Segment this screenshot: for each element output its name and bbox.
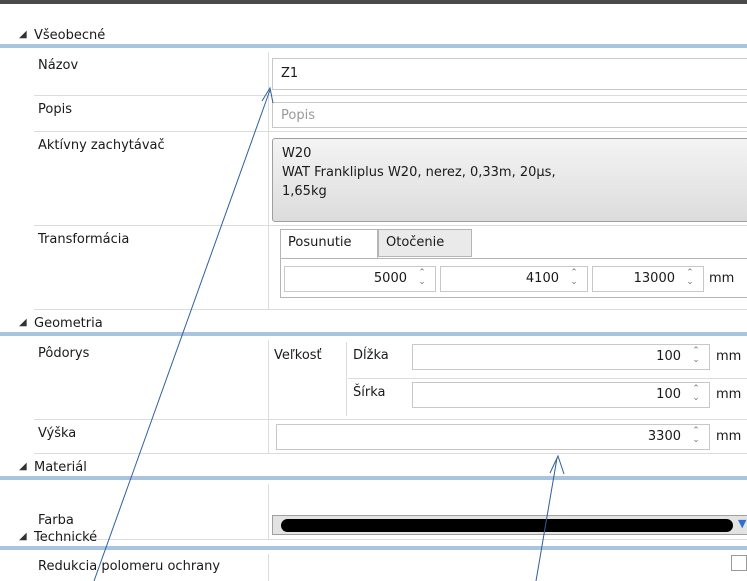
collapse-triangle-icon[interactable]: ◢ xyxy=(19,531,27,542)
tab-rotation-label: Otočenie xyxy=(386,235,445,250)
color-label: Farba xyxy=(38,513,74,528)
width-value: 100 xyxy=(656,387,681,402)
spinner-icon[interactable]: ⌃ ⌄ xyxy=(691,427,701,447)
translation-z-input[interactable]: 13000 ⌃ ⌄ xyxy=(592,266,704,292)
translation-unit: mm xyxy=(709,271,735,286)
spinner-icon[interactable]: ⌃ ⌄ xyxy=(691,385,701,405)
length-unit: mm xyxy=(716,349,742,364)
tab-translation[interactable]: Posunutie xyxy=(280,229,378,259)
length-input[interactable]: 100 ⌃ ⌄ xyxy=(412,344,710,370)
section-material[interactable]: ◢ Materiál xyxy=(0,458,747,480)
row-protection-radius: Redukcia polomeru ochrany xyxy=(34,554,747,581)
section-title-general: Všeobecné xyxy=(34,28,106,43)
section-title-technical: Technické xyxy=(34,530,98,545)
size-divider xyxy=(346,342,347,416)
name-input[interactable]: Z1 xyxy=(272,58,747,90)
width-label: Šírka xyxy=(353,385,386,400)
active-catcher-select[interactable]: W20 WAT Frankliplus W20, nerez, 0,33m, 2… xyxy=(272,138,747,222)
length-label: Dĺžka xyxy=(353,348,389,363)
translation-x-value: 5000 xyxy=(373,271,407,286)
spinner-icon[interactable]: ⌃ ⌄ xyxy=(417,269,427,289)
top-bar xyxy=(0,0,747,4)
column-divider xyxy=(268,554,269,581)
translation-z-value: 13000 xyxy=(633,271,675,286)
name-value: Z1 xyxy=(281,66,299,81)
collapse-triangle-icon[interactable]: ◢ xyxy=(19,29,27,40)
protection-radius-checkbox[interactable] xyxy=(731,555,747,571)
spinner-icon[interactable]: ⌃ ⌄ xyxy=(569,269,579,289)
section-title-material: Materiál xyxy=(34,460,87,475)
tab-rotation[interactable]: Otočenie xyxy=(378,229,472,257)
spinner-icon[interactable]: ⌃ ⌄ xyxy=(691,347,701,367)
column-divider xyxy=(268,226,269,309)
description-input[interactable]: Popis xyxy=(272,102,747,128)
description-placeholder: Popis xyxy=(281,108,315,123)
width-unit: mm xyxy=(716,387,742,402)
size-row-divider xyxy=(348,378,747,379)
transformation-label: Transformácia xyxy=(38,232,130,247)
column-divider xyxy=(268,420,269,453)
collapse-triangle-icon[interactable]: ◢ xyxy=(19,317,27,328)
catcher-line-2: WAT Frankliplus W20, nerez, 0,33m, 20µs, xyxy=(282,165,556,180)
description-label: Popis xyxy=(38,102,72,117)
translation-y-input[interactable]: 4100 ⌃ ⌄ xyxy=(440,266,588,292)
width-input[interactable]: 100 ⌃ ⌄ xyxy=(412,382,710,408)
height-value: 3300 xyxy=(647,429,681,444)
section-technical[interactable]: ◢ Technické xyxy=(0,528,747,550)
spinner-icon[interactable]: ⌃ ⌄ xyxy=(685,269,695,289)
section-geometry[interactable]: ◢ Geometria xyxy=(0,314,747,336)
column-divider xyxy=(268,52,269,95)
protection-radius-label: Redukcia polomeru ochrany xyxy=(38,559,221,574)
translation-x-input[interactable]: 5000 ⌃ ⌄ xyxy=(284,266,436,292)
length-value: 100 xyxy=(656,349,681,364)
height-input[interactable]: 3300 ⌃ ⌄ xyxy=(276,424,710,450)
tab-translation-label: Posunutie xyxy=(288,235,352,250)
catcher-line-1: W20 xyxy=(282,146,312,161)
section-title-geometry: Geometria xyxy=(34,316,103,331)
collapse-triangle-icon[interactable]: ◢ xyxy=(19,461,27,472)
catcher-line-3: 1,65kg xyxy=(282,184,327,199)
name-label: Názov xyxy=(38,58,79,73)
section-general[interactable]: ◢ Všeobecné xyxy=(0,26,747,48)
size-label: Veľkosť xyxy=(274,348,322,363)
column-divider xyxy=(268,340,269,419)
height-unit: mm xyxy=(716,429,742,444)
translation-y-value: 4100 xyxy=(525,271,559,286)
height-label: Výška xyxy=(38,426,77,441)
active-catcher-label: Aktívny zachytávač xyxy=(38,138,165,153)
floorplan-label: Pôdorys xyxy=(38,346,90,361)
column-divider xyxy=(268,96,269,131)
column-divider xyxy=(268,132,269,225)
